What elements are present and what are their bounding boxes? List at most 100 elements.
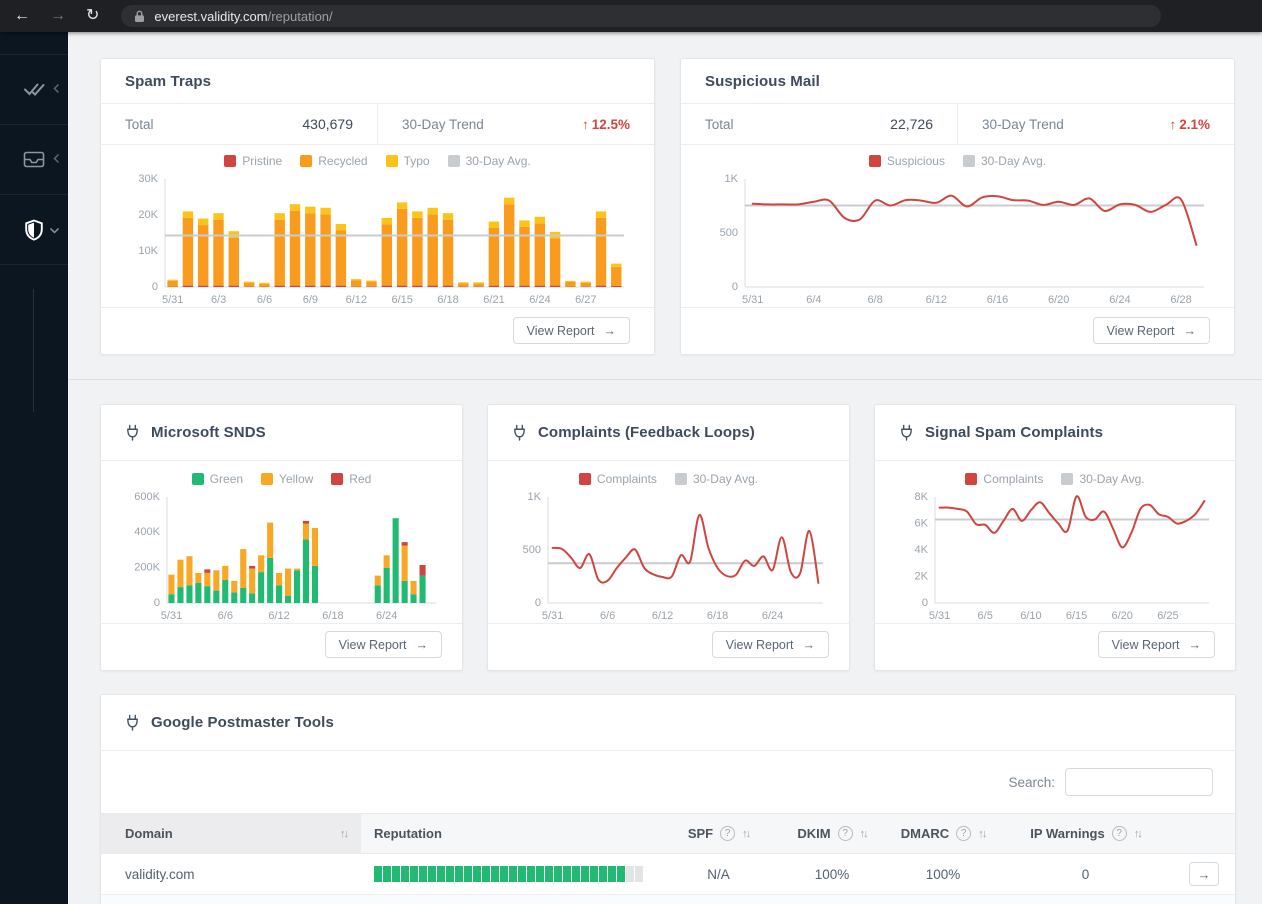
legend-item[interactable]: Recycled [300,154,368,168]
reputation-segment [617,866,625,882]
svg-text:400K: 400K [134,526,160,538]
complaints-card: Complaints (Feedback Loops) Complaints 30… [487,404,850,671]
column-header-ip-warnings[interactable]: IP Warnings? ↑↓ [998,814,1173,853]
ip-warnings-cell: 0 [1081,866,1090,882]
sidebar-item-reputation[interactable] [0,195,68,265]
sort-icon[interactable]: ↑↓ [742,828,751,840]
svg-text:200K: 200K [134,562,160,574]
view-report-button[interactable]: View Report → [711,631,829,658]
svg-text:6/4: 6/4 [806,294,821,306]
legend-item[interactable]: Complaints [578,472,657,486]
legend-item[interactable]: Red [331,472,371,486]
legend-swatch [674,473,687,485]
svg-text:1K: 1K [725,173,739,185]
chart-legend: Suspicious 30-Day Avg. [705,151,1210,171]
reputation-segment [374,866,382,882]
reputation-bar [361,866,661,882]
sort-icon[interactable]: ↑↓ [1134,828,1143,840]
chevron-left-icon [53,81,60,99]
svg-text:6/6: 6/6 [218,610,233,622]
help-icon[interactable]: ? [720,826,736,841]
search-input[interactable] [1065,768,1213,796]
svg-text:5/31: 5/31 [929,610,950,622]
reputation-segment [563,866,571,882]
spam-traps-svg: 0 10K 20K 30K 5/31 6/3 6/6 6/9 6/12 6/15 6/18 6/21 6… [138,173,624,306]
svg-text:6/10: 6/10 [1020,610,1041,622]
legend-item[interactable]: Complaints [965,472,1043,486]
arrow-right-icon: → [802,637,816,652]
reputation-segment [545,866,553,882]
chart-legend: Complaints 30-Day Avg. [895,469,1215,489]
sidebar-item-checks[interactable] [0,55,68,125]
svg-text:8K: 8K [915,491,929,503]
help-icon[interactable]: ? [1111,826,1127,841]
spf-cell: N/A [707,866,730,882]
sort-icon[interactable]: ↑↓ [860,828,869,840]
view-report-button[interactable]: View Report → [1097,631,1215,658]
reputation-segment [626,866,634,882]
legend-item[interactable]: Green [191,472,243,486]
domain-cell: validity.com [125,866,195,882]
legend-item[interactable]: Suspicious [868,154,945,168]
legend-item[interactable]: 30-Day Avg. [674,472,758,486]
legend-item[interactable]: 30-Day Avg. [962,154,1046,168]
legend-item[interactable]: Pristine [224,154,282,168]
view-report-button[interactable]: View Report → [1092,317,1210,344]
help-icon[interactable]: ? [956,826,972,841]
reputation-segment [446,866,454,882]
browser-forward-button[interactable]: → [50,8,66,24]
svg-text:30K: 30K [138,173,158,185]
shield-icon [24,218,44,241]
sort-icon[interactable]: ↑↓ [340,828,349,840]
svg-text:0: 0 [732,281,738,293]
view-report-button[interactable]: View Report → [512,317,630,344]
legend-swatch [447,155,460,167]
arrow-right-icon: → [603,323,617,338]
browser-refresh-button[interactable]: ↻ [86,8,99,24]
microsoft-snds-chart: 0 200K 400K 600K 5/31 6/6 6/12 6/18 6/24 [121,489,442,623]
reputation-segment [491,866,499,882]
url-path: /reputation/ [267,8,333,24]
reputation-segment [500,866,508,882]
sidebar-item-inbox[interactable] [0,125,68,195]
total-stat: Total 430,679 [101,104,377,144]
svg-text:6/12: 6/12 [926,294,947,306]
browser-back-button[interactable]: ← [14,8,30,24]
reputation-segment [383,866,391,882]
card-title: Suspicious Mail [705,72,820,90]
arrow-right-icon: → [1188,637,1202,652]
svg-text:6/12: 6/12 [652,610,673,622]
legend-swatch [385,155,398,167]
svg-text:6/24: 6/24 [1109,294,1130,306]
legend-item[interactable]: Yellow [261,472,313,486]
svg-text:0: 0 [154,597,160,609]
column-header-spf[interactable]: SPF? ↑↓ [661,814,776,853]
svg-text:6/24: 6/24 [529,294,550,306]
svg-text:5/31: 5/31 [742,294,763,306]
trend-stat: 30-Day Trend ↑ 12.5% [377,104,654,144]
svg-text:6/25: 6/25 [1157,610,1178,622]
column-header-dkim[interactable]: DKIM? ↑↓ [776,814,888,853]
legend-item[interactable]: 30-Day Avg. [447,154,531,168]
chart-legend: Green Yellow Red [121,469,442,489]
svg-text:6/12: 6/12 [346,294,367,306]
legend-item[interactable]: 30-Day Avg. [1061,472,1145,486]
view-report-button[interactable]: View Report → [324,631,442,658]
card-title: Signal Spam Complaints [925,424,1104,441]
svg-text:6/27: 6/27 [575,294,596,306]
sort-icon[interactable]: ↑↓ [978,828,987,840]
legend-item[interactable]: Typo [385,154,430,168]
total-stat: Total 22,726 [681,104,957,144]
column-header-dmarc[interactable]: DMARC? ↑↓ [888,814,998,853]
svg-text:6/6: 6/6 [257,294,272,306]
legend-swatch [578,473,591,485]
row-detail-button[interactable]: → [1189,862,1219,886]
svg-text:6/15: 6/15 [391,294,412,306]
svg-text:0: 0 [535,597,541,609]
help-icon[interactable]: ? [837,826,853,841]
svg-text:0: 0 [922,597,928,609]
search-label: Search: [1008,774,1055,790]
svg-text:6/3: 6/3 [211,294,226,306]
column-header-domain[interactable]: Domain ↑↓ [101,814,361,853]
address-bar[interactable]: everest.validity.com/reputation/ [121,5,1162,27]
